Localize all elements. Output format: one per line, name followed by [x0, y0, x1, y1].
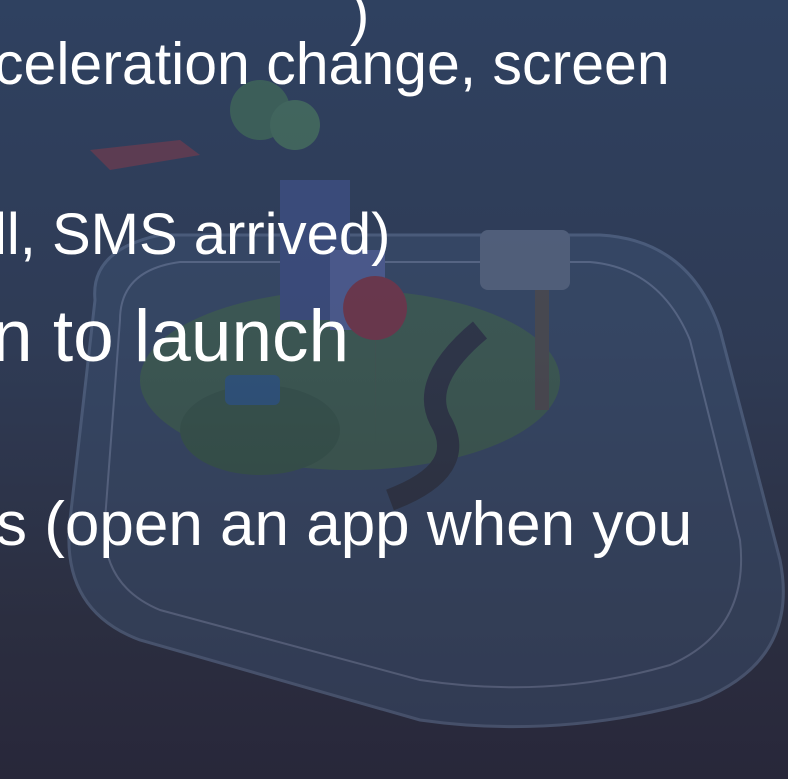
- slide-line-3: ll, SMS arrived): [0, 202, 391, 267]
- slide-line-2: celeration change, screen: [0, 31, 670, 97]
- slide-text-area: ) celeration change, screen ll, SMS arri…: [0, 0, 788, 779]
- slide-line-4: n to launch: [0, 296, 350, 377]
- slide-line-5: s (open an app when you: [0, 490, 693, 559]
